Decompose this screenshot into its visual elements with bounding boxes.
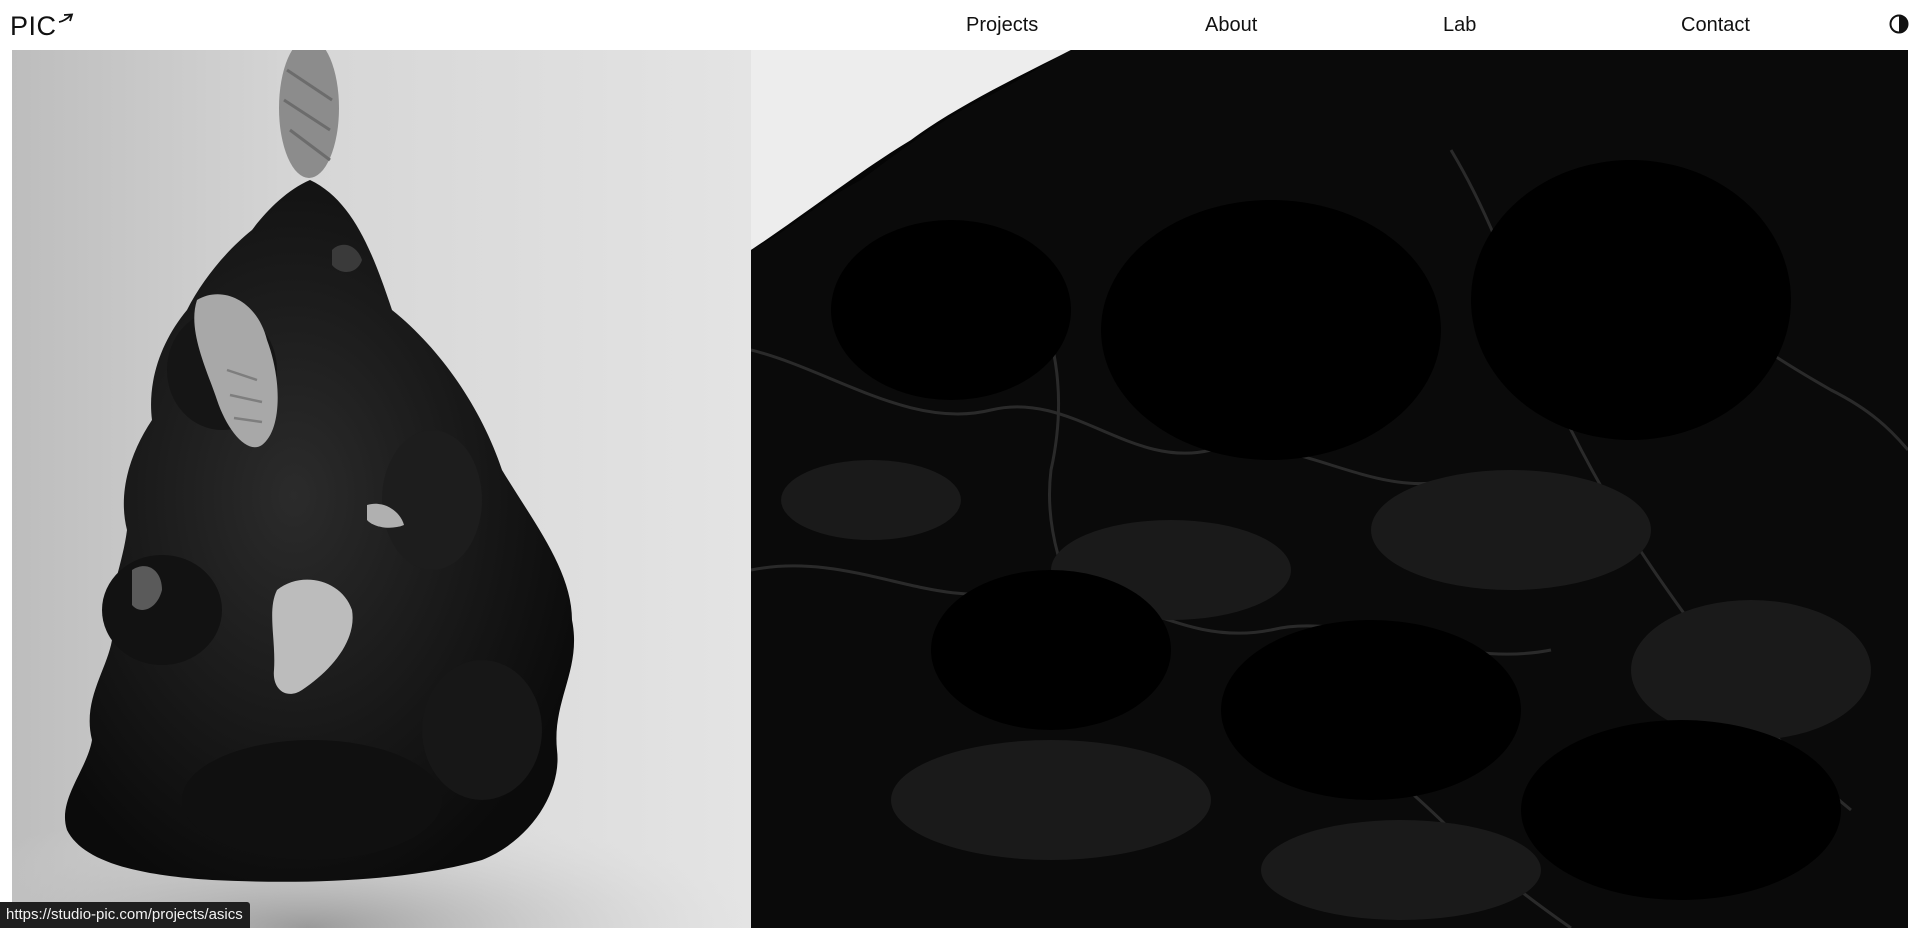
logo-link[interactable]: PIC <box>10 10 74 42</box>
site-header: PIC Projects About Lab Contact <box>0 0 1920 50</box>
project-image-asics[interactable] <box>12 50 751 928</box>
nav-about[interactable]: About <box>1205 12 1257 38</box>
logo-text: PIC <box>10 11 57 41</box>
rock-sculpture-image <box>12 50 751 928</box>
half-circle-contrast-icon[interactable] <box>1888 13 1910 35</box>
status-bar-url: https://studio-pic.com/projects/asics <box>0 902 250 928</box>
nav-contact[interactable]: Contact <box>1681 12 1750 38</box>
nav-lab[interactable]: Lab <box>1443 12 1476 38</box>
nav-projects[interactable]: Projects <box>966 12 1038 38</box>
rock-texture-image <box>751 50 1908 928</box>
project-gallery <box>12 50 1908 928</box>
project-image-texture[interactable] <box>751 50 1908 928</box>
arrow-icon <box>58 13 73 23</box>
